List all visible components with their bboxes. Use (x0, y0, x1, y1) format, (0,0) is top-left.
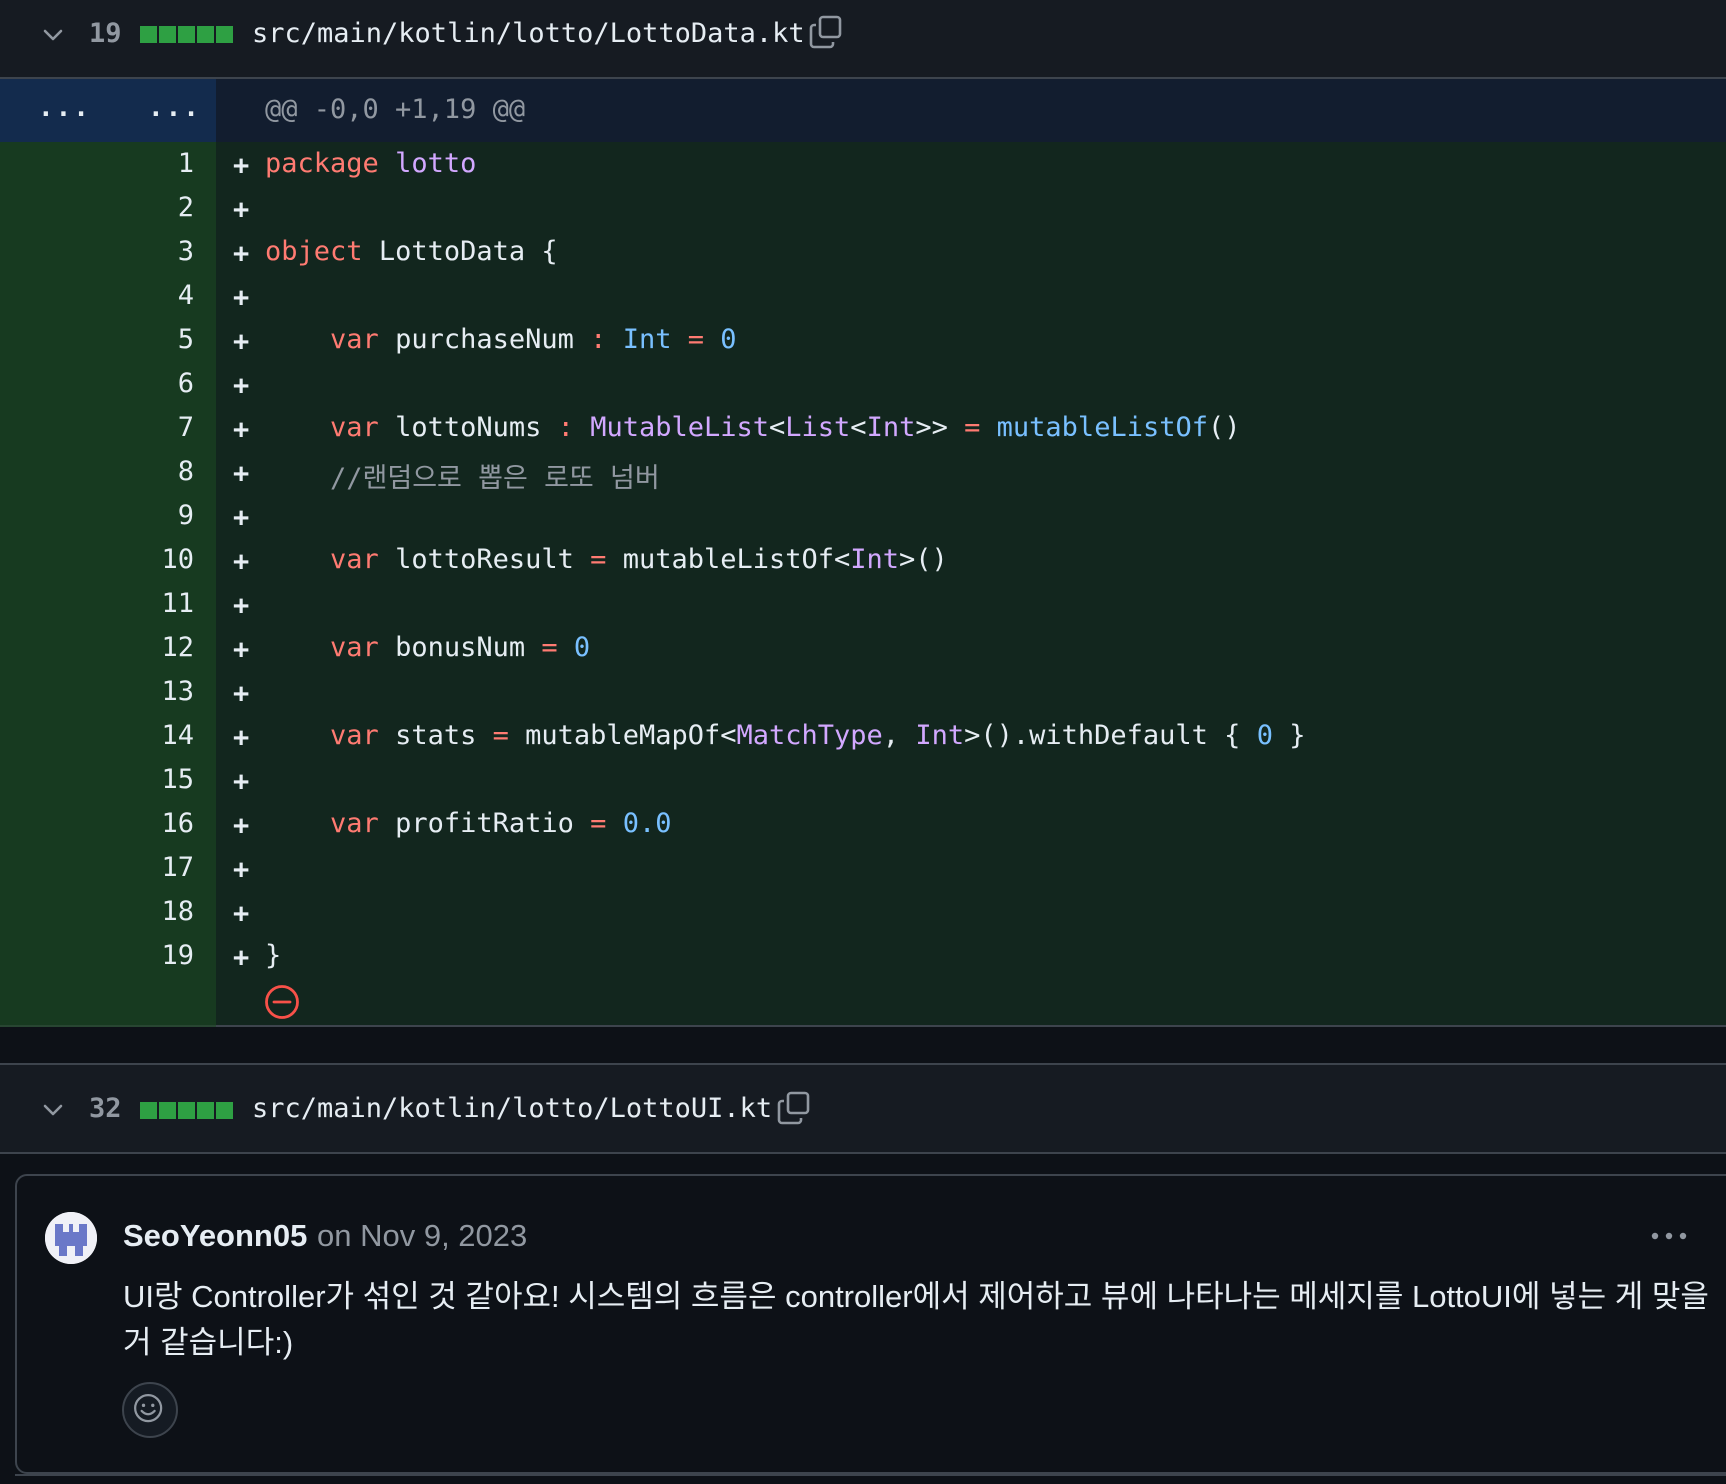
line-number[interactable]: 18 (161, 896, 194, 927)
added-marker: + (233, 810, 250, 841)
diff-table: ... ... @@ -0,0 +1,19 @@ 1 + package lot… (0, 79, 1726, 1027)
added-marker: + (233, 282, 250, 313)
diff-line: 15 + (0, 758, 1726, 802)
code-line: object LottoData { (265, 236, 558, 267)
added-marker: + (233, 326, 250, 357)
comment-timestamp[interactable]: on Nov 9, 2023 (317, 1218, 527, 1254)
diff-line: 19 + } (0, 934, 1726, 978)
added-marker: + (233, 766, 250, 797)
code-line: var purchaseNum : Int = 0 (330, 324, 737, 355)
diffstat (140, 1102, 233, 1119)
added-marker: + (233, 590, 250, 621)
hunk-header: @@ -0,0 +1,19 @@ (265, 94, 526, 125)
line-number[interactable]: 8 (178, 456, 194, 487)
hunk-header-row: ... ... @@ -0,0 +1,19 @@ (0, 79, 1726, 142)
diff-line: 13 + (0, 670, 1726, 714)
diff-line: 16 + var profitRatio = 0.0 (0, 802, 1726, 846)
line-number[interactable]: 4 (178, 280, 194, 311)
diff-line: 7 + var lottoNums : MutableList<List<Int… (0, 406, 1726, 450)
diff-line: 2 + (0, 186, 1726, 230)
added-marker: + (233, 678, 250, 709)
added-marker: + (233, 238, 250, 269)
add-reaction-button[interactable] (122, 1382, 178, 1438)
line-number[interactable]: 1 (178, 148, 194, 179)
diff-line: 9 + (0, 494, 1726, 538)
added-marker: + (233, 634, 250, 665)
diff-line: 3 + object LottoData { (0, 230, 1726, 274)
comment-body: UI랑 Controller가 섞인 것 같아요! 시스템의 흐름은 contr… (123, 1279, 1709, 1360)
added-marker: + (233, 370, 250, 401)
code-line: var lottoNums : MutableList<List<Int>> =… (330, 412, 1241, 443)
line-number[interactable]: 5 (178, 324, 194, 355)
file-header-lottodata: 19 src/main/kotlin/lotto/LottoData.kt (0, 0, 1726, 79)
added-marker: + (233, 722, 250, 753)
code-line: //랜덤으로 뽑은 로또 넘버 (330, 463, 660, 494)
line-number[interactable]: 15 (161, 764, 194, 795)
code-line: var stats = mutableMapOf<MatchType, Int>… (330, 720, 1306, 751)
added-marker: + (233, 502, 250, 533)
chevron-down-icon[interactable] (40, 22, 66, 48)
hunk-new-dots[interactable]: ... (148, 93, 201, 123)
smiley-icon (134, 1394, 163, 1423)
diff-line: 12 + var bonusNum = 0 (0, 626, 1726, 670)
line-number[interactable]: 10 (161, 544, 194, 575)
diff-line: 1 + package lotto (0, 142, 1726, 186)
review-comment: SeoYeonn05 on Nov 9, 2023 UI랑 Controller… (15, 1174, 1726, 1474)
line-number[interactable]: 17 (161, 852, 194, 883)
line-number[interactable]: 9 (178, 500, 194, 531)
added-marker: + (233, 458, 250, 489)
divider (15, 1474, 1726, 1476)
line-number[interactable]: 12 (161, 632, 194, 663)
changes-count: 19 (89, 18, 122, 49)
added-marker: + (233, 854, 250, 885)
code-line: var bonusNum = 0 (330, 632, 591, 663)
diff-line: 18 + (0, 890, 1726, 934)
added-marker: + (233, 546, 250, 577)
diffstat (140, 26, 233, 43)
line-number[interactable]: 3 (178, 236, 194, 267)
diff-line: 14 + var stats = mutableMapOf<MatchType,… (0, 714, 1726, 758)
chevron-down-icon[interactable] (40, 1097, 66, 1123)
file-path[interactable]: src/main/kotlin/lotto/LottoUI.kt (252, 1093, 772, 1124)
file-path[interactable]: src/main/kotlin/lotto/LottoData.kt (252, 18, 805, 49)
added-marker: + (233, 942, 250, 973)
line-number[interactable]: 7 (178, 412, 194, 443)
avatar[interactable] (45, 1212, 97, 1264)
line-number[interactable]: 6 (178, 368, 194, 399)
code-line: var profitRatio = 0.0 (330, 808, 672, 839)
comment-author[interactable]: SeoYeonn05 (123, 1218, 307, 1254)
changes-count: 32 (89, 1093, 122, 1124)
line-number[interactable]: 16 (161, 808, 194, 839)
added-marker: + (233, 150, 250, 181)
hunk-old-dots[interactable]: ... (38, 93, 91, 123)
line-number[interactable]: 14 (161, 720, 194, 751)
kebab-icon[interactable] (1649, 1228, 1689, 1244)
line-number[interactable]: 19 (161, 940, 194, 971)
code-line: package lotto (265, 148, 477, 179)
diff-line: 4 + (0, 274, 1726, 318)
diff-line: 11 + (0, 582, 1726, 626)
diff-line: 10 + var lottoResult = mutableListOf<Int… (0, 538, 1726, 582)
hunk-expand-gutter[interactable]: ... ... (0, 79, 216, 142)
line-number[interactable]: 13 (161, 676, 194, 707)
added-marker: + (233, 898, 250, 929)
diff-line: 5 + var purchaseNum : Int = 0 (0, 318, 1726, 362)
diff-line: 17 + (0, 846, 1726, 890)
line-number[interactable]: 2 (178, 192, 194, 223)
diff-line: 6 + (0, 362, 1726, 406)
diff-line: 8 + //랜덤으로 뽑은 로또 넘버 (0, 450, 1726, 494)
file-header-lottoui: 32 src/main/kotlin/lotto/LottoUI.kt (0, 1063, 1726, 1154)
copy-icon[interactable] (776, 1090, 812, 1126)
code-line: var lottoResult = mutableListOf<Int>() (330, 544, 948, 575)
code-line: } (265, 940, 282, 971)
line-number[interactable]: 11 (161, 588, 194, 619)
diff-rows: 1 + package lotto 2 + 3 + object LottoDa… (0, 142, 1726, 978)
avatar-icon (45, 1212, 97, 1264)
added-marker: + (233, 414, 250, 445)
collapse-minus-icon[interactable] (264, 984, 300, 1020)
added-marker: + (233, 194, 250, 225)
copy-icon[interactable] (808, 14, 844, 50)
